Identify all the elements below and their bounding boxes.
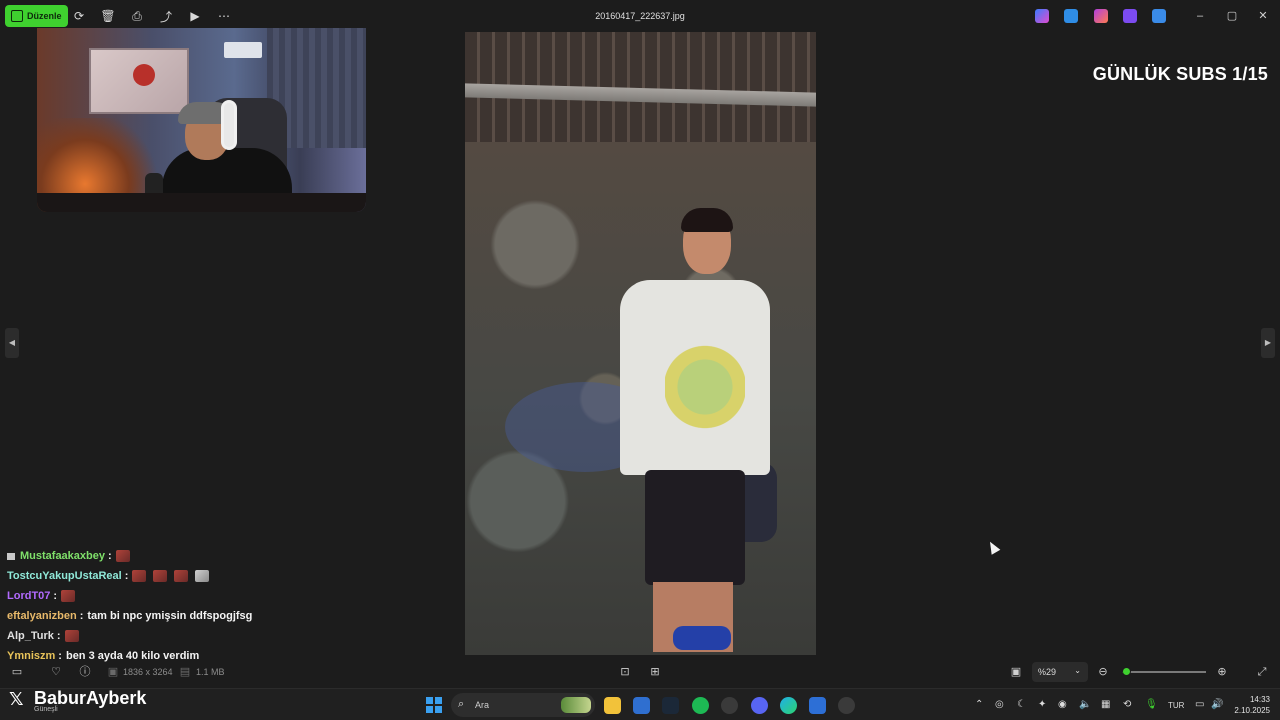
search-highlight-image [561, 697, 591, 713]
photos-app-window: Düzenle ⟳ 🗑 ⎙ ⤴ ▶ ⋯ 20160417_222637.jpg … [0, 0, 1280, 720]
stream-overlay-title: GÜNLÜK SUBS 1/15 [1092, 64, 1268, 84]
chat-emote-icon [195, 570, 210, 582]
image-size-icon: ▣ [107, 666, 119, 678]
zoom-out-icon[interactable]: ⊖ [1096, 665, 1110, 679]
chat-message: Alp_Turk: [7, 626, 447, 646]
search-icon: ⌕ [458, 698, 465, 710]
chat-separator: : [108, 550, 112, 562]
close-icon[interactable]: ✕ [1256, 9, 1270, 23]
paint-icon[interactable] [1123, 9, 1137, 23]
chat-emote-icon [174, 570, 189, 582]
chat-username: TostcuYakupUstaReal [7, 570, 122, 582]
cloud-icon[interactable] [1152, 9, 1166, 23]
clock-time: 14:33 [1249, 695, 1270, 704]
copilot-icon[interactable] [1035, 9, 1049, 23]
chat-emote-icon [153, 570, 168, 582]
file-size: 1.1 MB [196, 667, 225, 677]
chrome-icon[interactable] [721, 697, 738, 714]
spotify-icon[interactable] [692, 697, 709, 714]
filmstrip-icon[interactable]: ▭ [10, 665, 24, 679]
minimize-icon[interactable]: – [1193, 9, 1207, 23]
chat-separator: : [124, 570, 129, 582]
system-clock[interactable]: 14:33 2.10.2025 [1234, 694, 1270, 716]
x-logo-icon: 𝕏 [9, 689, 24, 709]
chat-emote-icon [115, 550, 130, 562]
clipchamp-icon[interactable] [1094, 9, 1108, 23]
favorite-icon[interactable]: ♡ [49, 665, 63, 679]
tray-app-3-icon[interactable]: ✦ [1038, 699, 1046, 710]
zoom-select[interactable]: %29 ⌄ [1032, 662, 1088, 682]
weather-location: Güneşli [34, 706, 58, 713]
chat-badge-icon [7, 552, 15, 560]
tray-app-icon[interactable]: ◎ [995, 699, 1004, 710]
webcam-feed [37, 28, 366, 212]
clock-date: 2.10.2025 [1234, 706, 1270, 715]
start-button[interactable] [426, 697, 442, 713]
chat-emote-icon [132, 570, 147, 582]
displayed-photo [465, 32, 816, 655]
zoom-in-icon[interactable]: ⊕ [1215, 665, 1229, 679]
maximize-icon[interactable]: ▢ [1225, 9, 1239, 23]
steam-icon[interactable] [662, 697, 679, 714]
fullscreen-icon[interactable]: ⤢ [1255, 665, 1269, 679]
designer-icon[interactable] [1064, 9, 1078, 23]
chat-message: TostcuYakupUstaReal: [7, 566, 447, 586]
mouse-cursor [985, 539, 1001, 555]
sync-tray-icon[interactable]: ⟲ [1123, 699, 1131, 710]
photos-taskbar-icon[interactable] [633, 697, 650, 714]
taskbar-search[interactable]: ⌕ Ara [451, 693, 595, 717]
file-name: 20160417_222637.jpg [595, 11, 685, 21]
chat-message: Mustafaakaxbey: [7, 546, 447, 566]
input-language[interactable]: TUR [1168, 701, 1184, 710]
search-placeholder: Ara [475, 700, 490, 710]
discord-icon[interactable] [751, 697, 768, 714]
next-image-button[interactable]: ▶ [1261, 328, 1275, 358]
crop-view-icon[interactable]: ⊞ [648, 665, 662, 679]
tray-app-4-icon[interactable]: ▦ [1101, 699, 1110, 710]
chat-username: Alp_Turk [7, 630, 54, 642]
chat-message-text: tam bi npc ymişsin ddfspogjfsg [87, 610, 253, 622]
network-icon[interactable]: ▭ [1195, 699, 1204, 710]
zoom-slider-thumb[interactable] [1122, 667, 1132, 676]
chat-emote-icon [61, 590, 76, 602]
zoom-value: %29 [1038, 667, 1057, 677]
volume-tray-icon[interactable]: 🔈 [1079, 699, 1091, 710]
stream-chat: Mustafaakaxbey: TostcuYakupUstaReal: LordT… [7, 546, 447, 666]
fit-to-screen-icon[interactable]: ⊡ [618, 665, 632, 679]
chat-separator: : [79, 610, 84, 622]
actual-size-icon[interactable]: ▣ [1009, 665, 1023, 679]
chevron-down-icon: ⌄ [1074, 666, 1081, 675]
file-size-icon: ▤ [179, 666, 191, 678]
chat-separator: : [53, 590, 58, 602]
info-icon[interactable]: ⓘ [78, 665, 92, 679]
chat-separator: : [56, 630, 61, 642]
image-dimensions: 1836 x 3264 [123, 667, 173, 677]
chat-username: eftalyanizben [7, 610, 77, 622]
chat-emote-icon [64, 630, 79, 642]
chat-message: eftalyanizben: tam bi npc ymişsin ddfspog… [7, 606, 447, 626]
bottom-toolbar: ▭ ♡ ⓘ ▣ 1836 x 3264 ▤ 1.1 MB ⊡ ⊞ ▣ %29 ⌄… [0, 660, 1280, 684]
photos-active-icon[interactable] [809, 697, 826, 714]
windows-taskbar: 𝕏 BaburAyberk Güneşli ⌕ Ara ⌃ ◎ ☾ ✦ ◉ 🔈 … [0, 688, 1280, 720]
chat-message: LordT07: [7, 586, 447, 606]
microphone-tray-icon[interactable]: 🎙 [1145, 699, 1158, 710]
chat-username: Mustafaakaxbey [20, 550, 105, 562]
media-player-icon[interactable] [838, 697, 855, 714]
edge-icon[interactable] [780, 697, 797, 714]
file-explorer-icon[interactable] [604, 697, 621, 714]
zoom-slider[interactable] [1122, 667, 1206, 676]
tray-app-2-icon[interactable]: ☾ [1017, 699, 1026, 710]
speaker-icon[interactable]: 🔊 [1211, 699, 1223, 710]
previous-image-button[interactable]: ◀ [5, 328, 19, 358]
steam-tray-icon[interactable]: ◉ [1058, 699, 1067, 710]
chat-username: LordT07 [7, 590, 51, 602]
show-hidden-icons-icon[interactable]: ⌃ [975, 699, 983, 710]
